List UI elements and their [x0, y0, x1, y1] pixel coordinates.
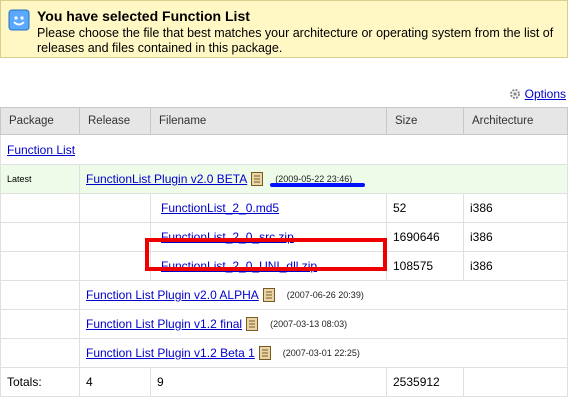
file-arch: i386: [463, 222, 568, 252]
file-size: 52: [386, 193, 464, 223]
release-link[interactable]: Function List Plugin v1.2 Beta 1: [86, 346, 255, 360]
notice-box: You have selected Function List Please c…: [0, 0, 568, 58]
header-size[interactable]: Size: [386, 107, 464, 135]
header-architecture[interactable]: Architecture: [463, 107, 568, 135]
release-row: Function List Plugin v1.2 final (2007-03…: [0, 309, 568, 339]
release-row: Latest FunctionList Plugin v2.0 BETA (20…: [0, 164, 568, 194]
release-row: Function List Plugin v2.0 ALPHA (2007-06…: [0, 280, 568, 310]
file-size: 1690646: [386, 222, 464, 252]
file-arch: i386: [463, 251, 568, 281]
header-row: Package Release Filename Size Architectu…: [0, 107, 568, 135]
notes-icon[interactable]: [251, 172, 264, 186]
latest-label: Latest: [0, 164, 80, 194]
totals-label: Totals:: [0, 367, 80, 397]
file-link[interactable]: FunctionList_2_0.md5: [161, 201, 279, 215]
package-link[interactable]: Function List: [7, 143, 75, 157]
header-release[interactable]: Release: [79, 107, 151, 135]
totals-packages: 4: [79, 367, 151, 397]
header-filename[interactable]: Filename: [150, 107, 387, 135]
highlight-box-annotation: [145, 238, 387, 271]
smiley-icon: [8, 9, 30, 31]
release-date: (2007-03-01 22:25): [282, 348, 360, 358]
release-date: (2007-03-13 08:03): [270, 319, 348, 329]
notes-icon[interactable]: [246, 317, 259, 331]
release-row: Function List Plugin v1.2 Beta 1 (2007-0…: [0, 338, 568, 368]
notes-icon[interactable]: [262, 288, 275, 302]
release-link[interactable]: FunctionList Plugin v2.0 BETA: [86, 172, 247, 186]
totals-row: Totals: 4 9 2535912: [0, 367, 568, 397]
header-package[interactable]: Package: [0, 107, 80, 135]
gear-icon: [509, 89, 520, 99]
notice-title: You have selected Function List: [37, 8, 250, 24]
totals-size: 2535912: [386, 367, 464, 397]
options-link-group[interactable]: Options: [509, 87, 566, 101]
file-row: FunctionList_2_0.md5 52 i386: [0, 193, 568, 223]
underline-annotation: [270, 183, 365, 187]
totals-releases: 9: [150, 367, 387, 397]
options-link[interactable]: Options: [525, 87, 566, 101]
release-date: (2007-06-26 20:39): [286, 290, 364, 300]
package-row: Function List: [0, 134, 568, 165]
file-size: 108575: [386, 251, 464, 281]
release-link[interactable]: Function List Plugin v1.2 final: [86, 317, 242, 331]
file-arch: i386: [463, 193, 568, 223]
notes-icon[interactable]: [258, 346, 271, 360]
release-link[interactable]: Function List Plugin v2.0 ALPHA: [86, 288, 259, 302]
notice-description: Please choose the file that best matches…: [37, 26, 554, 55]
